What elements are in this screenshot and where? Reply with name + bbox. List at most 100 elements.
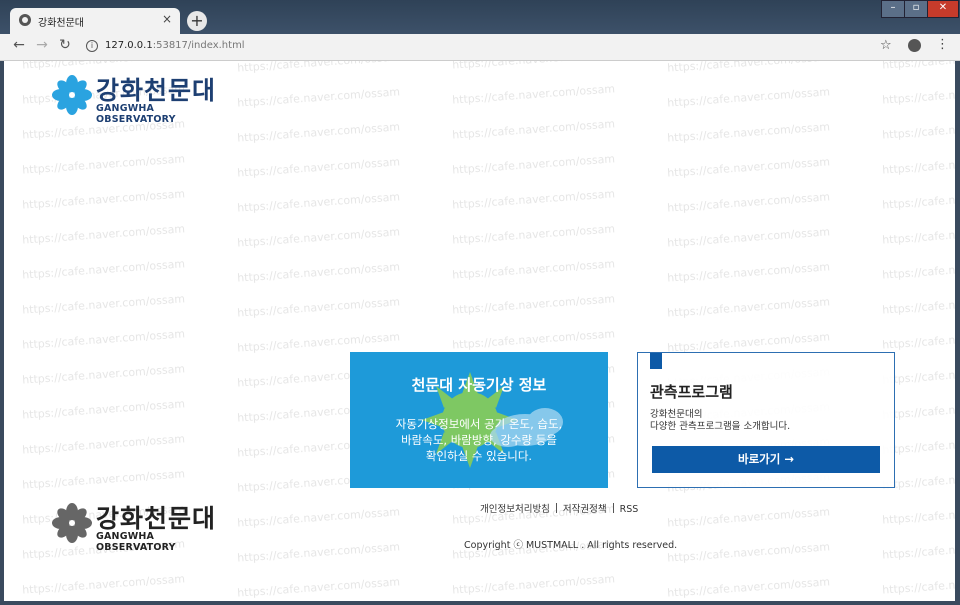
watermark-text: https://cafe.naver.com/ossam (666, 85, 831, 110)
more-menu-icon[interactable]: ⋮ (936, 37, 949, 52)
watermark-text: https://cafe.naver.com/ossam (236, 540, 401, 565)
watermark-text: https://cafe.naver.com/ossam (236, 505, 401, 530)
privacy-policy-link[interactable]: 개인정보처리방침 (480, 504, 550, 515)
footer-links: 개인정보처리방침 저작권정책 RSS (480, 501, 638, 515)
watermark-text: https://cafe.naver.com/ossam (881, 572, 955, 597)
browser-toolbar: ← → ↻ i 127.0.0.1:53817/index.html ☆ ⋮ (0, 34, 960, 61)
close-tab-icon[interactable]: × (162, 12, 172, 26)
watermark-text: https://cafe.naver.com/ossam (451, 117, 616, 142)
watermark-text: https://cafe.naver.com/ossam (666, 190, 831, 215)
tab-bar: 강화천문대 × + – ▫ ✕ (0, 0, 960, 34)
watermark-text: https://cafe.naver.com/ossam (21, 432, 186, 457)
go-to-program-button[interactable]: 바로가기 → (652, 446, 880, 473)
watermark-text: https://cafe.naver.com/ossam (236, 155, 401, 180)
watermark-text: https://cafe.naver.com/ossam (666, 225, 831, 250)
watermark-text: https://cafe.naver.com/ossam (666, 295, 831, 320)
watermark-text: https://cafe.naver.com/ossam (236, 85, 401, 110)
watermark-text: https://cafe.naver.com/ossam (881, 502, 955, 527)
watermark-text: https://cafe.naver.com/ossam (236, 190, 401, 215)
observation-program-card: 관측프로그램 강화천문대의 다양한 관측프로그램을 소개합니다. 바로가기 → (637, 352, 895, 488)
maximize-window-button[interactable]: ▫ (904, 0, 928, 18)
watermark-text: https://cafe.naver.com/ossam (21, 467, 186, 492)
copyright-text: Copyright ⓒ MUSTMALL . All rights reserv… (464, 540, 678, 551)
watermark-text: https://cafe.naver.com/ossam (451, 222, 616, 247)
watermark-text: https://cafe.naver.com/ossam (882, 61, 955, 72)
watermark-text: https://cafe.naver.com/ossam (881, 222, 955, 247)
watermark-text: https://cafe.naver.com/ossam (21, 362, 186, 387)
watermark-text: https://cafe.naver.com/ossam (21, 397, 186, 422)
watermark-text: https://cafe.naver.com/ossam (21, 292, 186, 317)
weather-desc-line: 자동기상정보에서 공기 온도, 습도, (395, 417, 563, 431)
reload-icon[interactable]: ↻ (56, 37, 74, 53)
watermark-text: https://cafe.naver.com/ossam (451, 327, 616, 352)
footer-logo-title: 강화천문대 (96, 504, 217, 533)
watermark-text: https://cafe.naver.com/ossam (666, 505, 831, 530)
program-title: 관측프로그램 (650, 383, 733, 401)
new-tab-button[interactable]: + (187, 11, 207, 31)
watermark-text: https://cafe.naver.com/ossam (881, 187, 955, 212)
watermark-text: https://cafe.naver.com/ossam (451, 572, 616, 597)
watermark-text: https://cafe.naver.com/ossam (451, 257, 616, 282)
watermark-text: https://cafe.naver.com/ossam (236, 225, 401, 250)
tab-title: 강화천문대 (38, 18, 84, 29)
weather-desc-line: 바람속도, 바람방향, 강수량 등을 (401, 433, 557, 447)
copyright-policy-link[interactable]: 저작권정책 (563, 504, 607, 515)
watermark-text: https://cafe.naver.com/ossam (451, 152, 616, 177)
watermark-text: https://cafe.naver.com/ossam (881, 152, 955, 177)
forward-arrow-icon[interactable]: → (33, 37, 51, 53)
watermark-text: https://cafe.naver.com/ossam (881, 537, 955, 562)
logo-title: 강화천문대 (96, 76, 217, 105)
watermark-text: https://cafe.naver.com/ossam (451, 292, 616, 317)
watermark-text: https://cafe.naver.com/ossam (236, 120, 401, 145)
minimize-window-button[interactable]: – (881, 0, 905, 18)
weather-title: 천문대 자동기상 정보 (411, 376, 547, 394)
program-desc-line: 다양한 관측프로그램을 소개합니다. (650, 421, 791, 432)
bookmark-star-icon[interactable]: ☆ (880, 38, 892, 53)
watermark-text: https://cafe.naver.com/ossam (666, 260, 831, 285)
watermark-text: https://cafe.naver.com/ossam (236, 295, 401, 320)
logo-subtitle: GANGWHA OBSERVATORY (96, 103, 176, 125)
watermark-text: https://cafe.naver.com/ossam (881, 82, 955, 107)
weather-description: 자동기상정보에서 공기 온도, 습도, 바람속도, 바람방향, 강수량 등을 확… (360, 416, 598, 464)
page-viewport: https://cafe.naver.com/ossam https://cafe… (4, 61, 955, 601)
footer-logo[interactable]: 강화천문대 GANGWHA OBSERVATORY (52, 499, 232, 553)
watermark-text: https://cafe.naver.com/ossam (451, 187, 616, 212)
url-path: :53817/index.html (152, 40, 245, 51)
browser-chrome: 강화천문대 × + – ▫ ✕ ← → ↻ i 127.0.0.1:53817/… (0, 0, 960, 62)
address-bar[interactable]: 127.0.0.1:53817/index.html (105, 40, 245, 51)
footer-divider (555, 503, 557, 513)
header-logo[interactable]: 강화천문대 GANGWHA OBSERVATORY (52, 71, 232, 125)
footer-divider (612, 503, 614, 513)
watermark-text: https://cafe.naver.com/ossam (451, 82, 616, 107)
watermark-text: https://cafe.naver.com/ossam (666, 155, 831, 180)
watermark-text: https://cafe.naver.com/ossam (881, 327, 955, 352)
watermark-text: https://cafe.naver.com/ossam (21, 152, 186, 177)
profile-avatar-icon[interactable] (908, 39, 921, 52)
footer-logo-subtitle: GANGWHA OBSERVATORY (96, 531, 176, 553)
watermark-text: https://cafe.naver.com/ossam (21, 187, 186, 212)
url-host: 127.0.0.1 (105, 40, 153, 51)
watermark-text: https://cafe.naver.com/ossam (666, 120, 831, 145)
globe-icon (19, 14, 31, 26)
weather-info-card[interactable]: 천문대 자동기상 정보 자동기상정보에서 공기 온도, 습도, 바람속도, 바람… (350, 352, 608, 488)
watermark-text: https://cafe.naver.com/ossam (881, 117, 955, 142)
watermark-text: https://cafe.naver.com/ossam (236, 61, 401, 75)
back-arrow-icon[interactable]: ← (10, 37, 28, 53)
logo-flower-icon (52, 503, 92, 543)
watermark-text: https://cafe.naver.com/ossam (881, 292, 955, 317)
watermark-text: https://cafe.naver.com/ossam (666, 575, 831, 600)
close-window-button[interactable]: ✕ (927, 0, 959, 18)
watermark-text: https://cafe.naver.com/ossam (21, 257, 186, 282)
weather-desc-line: 확인하실 수 있습니다. (425, 449, 533, 463)
rss-link[interactable]: RSS (620, 504, 639, 515)
watermark-text: https://cafe.naver.com/ossam (452, 61, 616, 72)
program-description: 강화천문대의 다양한 관측프로그램을 소개합니다. (650, 409, 880, 433)
watermark-text: https://cafe.naver.com/ossam (666, 540, 831, 565)
watermark-text: https://cafe.naver.com/ossam (21, 222, 186, 247)
info-icon[interactable]: i (86, 40, 98, 52)
browser-tab[interactable]: 강화천문대 × (10, 8, 180, 34)
program-desc-line: 강화천문대의 (650, 409, 703, 420)
watermark-text: https://cafe.naver.com/ossam (236, 575, 401, 600)
watermark-text: https://cafe.naver.com/ossam (881, 257, 955, 282)
watermark-text: https://cafe.naver.com/ossam (666, 61, 831, 75)
